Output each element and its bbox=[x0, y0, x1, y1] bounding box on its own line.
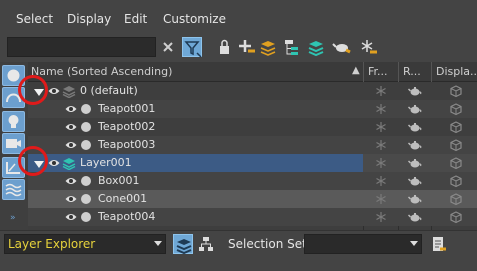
layer-icon bbox=[62, 156, 76, 171]
row-name: Box001 bbox=[98, 174, 140, 187]
menu-select[interactable]: Select bbox=[16, 12, 53, 26]
sort-ascending-icon[interactable]: ▲ bbox=[352, 65, 360, 76]
render-teapot-icon[interactable] bbox=[407, 174, 422, 188]
search-input[interactable] bbox=[7, 37, 156, 57]
freeze-snowflake-icon[interactable] bbox=[374, 84, 388, 98]
visibility-eye-icon[interactable] bbox=[48, 85, 60, 97]
row-name: Teapot004 bbox=[98, 210, 156, 223]
render-teapot-icon[interactable] bbox=[407, 84, 422, 98]
selection-set-dropdown[interactable] bbox=[304, 234, 422, 254]
add-to-layer-icon[interactable] bbox=[258, 37, 278, 57]
visibility-eye-icon[interactable] bbox=[65, 175, 77, 187]
display-box-icon[interactable] bbox=[449, 138, 463, 152]
display-box-icon[interactable] bbox=[449, 192, 463, 206]
freeze-snowflake-icon[interactable] bbox=[374, 138, 388, 152]
selection-set-label: Selection Set: bbox=[228, 237, 311, 251]
object-row[interactable]: Box001 bbox=[28, 172, 477, 190]
clear-search-icon[interactable] bbox=[158, 37, 178, 57]
column-separator[interactable] bbox=[431, 62, 432, 82]
row-name: Layer001 bbox=[80, 156, 132, 169]
annotation-circle bbox=[18, 75, 48, 105]
object-dot-icon bbox=[81, 104, 91, 114]
hierarchy-icon[interactable] bbox=[282, 37, 302, 57]
object-dot-icon bbox=[81, 194, 91, 204]
object-dot-icon bbox=[81, 176, 91, 186]
display-lights-button[interactable] bbox=[2, 111, 25, 132]
column-frozen[interactable]: Fr... bbox=[368, 65, 396, 78]
visibility-eye-icon[interactable] bbox=[48, 157, 60, 169]
visibility-eye-icon[interactable] bbox=[65, 211, 77, 223]
render-teapot-icon[interactable] bbox=[407, 156, 422, 170]
display-box-icon[interactable] bbox=[449, 210, 463, 224]
layer-row[interactable]: 0 (default) bbox=[28, 82, 477, 100]
column-render[interactable]: R... bbox=[403, 65, 429, 78]
layers-mode-icon[interactable] bbox=[173, 234, 193, 255]
display-spacewarps-button[interactable] bbox=[2, 179, 25, 200]
row-name: Cone001 bbox=[98, 192, 148, 205]
explorer-label: Layer Explorer bbox=[8, 237, 96, 251]
row-name: Teapot001 bbox=[98, 102, 156, 115]
display-box-icon[interactable] bbox=[449, 84, 463, 98]
manage-selection-sets-icon[interactable] bbox=[428, 234, 448, 254]
object-row[interactable]: Teapot004 bbox=[28, 208, 477, 226]
freeze-snowflake-icon[interactable] bbox=[374, 102, 388, 116]
column-separator[interactable] bbox=[363, 62, 364, 82]
render-teapot-icon[interactable] bbox=[407, 192, 422, 206]
row-name: Teapot002 bbox=[98, 120, 156, 133]
freeze-icon[interactable] bbox=[358, 37, 378, 57]
column-header: Name (Sorted Ascending) ▲ Fr... R... Dis… bbox=[28, 62, 477, 82]
object-row[interactable]: Teapot001 bbox=[28, 100, 477, 118]
layer-row[interactable]: Layer001 bbox=[28, 154, 477, 172]
display-box-icon[interactable] bbox=[449, 174, 463, 188]
render-teapot-icon[interactable] bbox=[407, 102, 422, 116]
add-layer-icon[interactable] bbox=[236, 37, 256, 57]
visibility-eye-icon[interactable] bbox=[65, 121, 77, 133]
display-box-icon[interactable] bbox=[449, 120, 463, 134]
bottom-bar: Layer Explorer Selection Set: bbox=[0, 230, 477, 271]
object-row[interactable]: Teapot002 bbox=[28, 118, 477, 136]
menu-display[interactable]: Display bbox=[67, 12, 111, 26]
toolbar bbox=[0, 36, 477, 61]
column-name[interactable]: Name (Sorted Ascending) bbox=[31, 65, 172, 78]
visibility-eye-icon[interactable] bbox=[65, 139, 77, 151]
object-dot-icon bbox=[81, 140, 91, 150]
chevron-down-icon bbox=[410, 241, 418, 246]
freeze-snowflake-icon[interactable] bbox=[374, 174, 388, 188]
explorer-dropdown[interactable]: Layer Explorer bbox=[4, 234, 166, 254]
render-teapot-icon[interactable] bbox=[407, 120, 422, 134]
row-name: Teapot003 bbox=[98, 138, 156, 151]
freeze-snowflake-icon[interactable] bbox=[374, 156, 388, 170]
lock-icon[interactable] bbox=[214, 37, 234, 57]
menu-bar: Select Display Edit Customize bbox=[0, 0, 477, 36]
object-dot-icon bbox=[81, 212, 91, 222]
object-row[interactable]: Cone001 bbox=[28, 190, 477, 208]
visibility-eye-icon[interactable] bbox=[65, 193, 77, 205]
layer-icon bbox=[62, 84, 76, 99]
visibility-eye-icon[interactable] bbox=[65, 103, 77, 115]
menu-edit[interactable]: Edit bbox=[124, 12, 147, 26]
scene-tree: 0 (default) Teapot001 Teapot002 Teapot003 La… bbox=[28, 82, 477, 230]
display-box-icon[interactable] bbox=[449, 102, 463, 116]
object-dot-icon bbox=[81, 122, 91, 132]
layers-icon[interactable] bbox=[306, 37, 326, 57]
display-box-icon[interactable] bbox=[449, 156, 463, 170]
hierarchy-mode-icon[interactable] bbox=[196, 234, 216, 254]
teapot-layer-icon[interactable] bbox=[332, 37, 352, 57]
column-separator[interactable] bbox=[398, 62, 399, 82]
freeze-snowflake-icon[interactable] bbox=[374, 210, 388, 224]
object-row[interactable]: Teapot003 bbox=[28, 136, 477, 154]
annotation-circle bbox=[18, 146, 48, 176]
freeze-snowflake-icon[interactable] bbox=[374, 120, 388, 134]
row-name: 0 (default) bbox=[80, 84, 138, 97]
filter-icon[interactable] bbox=[182, 37, 202, 58]
freeze-snowflake-icon[interactable] bbox=[374, 192, 388, 206]
more-chevron-icon[interactable]: » bbox=[10, 213, 16, 223]
render-teapot-icon[interactable] bbox=[407, 210, 422, 224]
render-teapot-icon[interactable] bbox=[407, 138, 422, 152]
column-display[interactable]: Displa... bbox=[436, 65, 477, 78]
chevron-down-icon bbox=[154, 241, 162, 246]
menu-customize[interactable]: Customize bbox=[163, 12, 226, 26]
